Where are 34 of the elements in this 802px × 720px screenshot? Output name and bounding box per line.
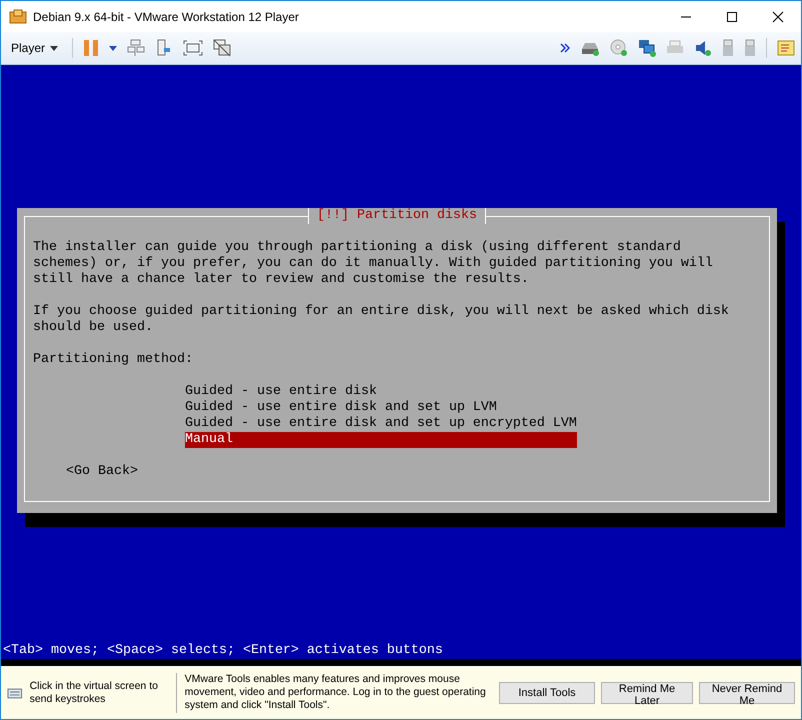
note-icon[interactable] <box>777 40 795 56</box>
prompt-label: Partitioning method: <box>33 352 194 368</box>
close-icon[interactable] <box>772 10 784 22</box>
usb-stick-icon[interactable] <box>744 39 756 57</box>
network-monitors-icon[interactable] <box>638 39 656 57</box>
go-back-button[interactable]: <Go Back> <box>66 464 138 480</box>
keyboard-icon <box>7 686 23 700</box>
speaker-icon[interactable] <box>694 39 712 57</box>
partition-option[interactable]: Guided - use entire disk and set up encrypted LVM <box>185 416 577 432</box>
dropdown-caret-icon <box>50 46 58 50</box>
notification-button[interactable]: Remind Me Later <box>601 682 693 704</box>
double-chevron-icon[interactable] <box>560 43 570 53</box>
partition-option[interactable]: Manual <box>185 432 577 448</box>
windows-slash-icon[interactable] <box>213 39 232 57</box>
notification-button[interactable]: Install Tools <box>499 682 595 704</box>
app-logo-icon <box>9 8 27 24</box>
hint-text: Click in the virtual screen to send keystrokes <box>30 680 159 706</box>
partition-option[interactable]: Guided - use entire disk <box>185 384 577 400</box>
window-title: Debian 9.x 64-bit - VMware Workstation 12 Player <box>33 10 300 24</box>
network-boxes-icon[interactable] <box>127 39 146 57</box>
notification-message: VMware Tools enables many features and improves mouse movement, video and performance. Log in to the guest operating system and click "Install Tools". <box>184 673 487 712</box>
keyboard-help-text: <Tab> moves; <Space> selects; <Enter> activates buttons <box>2 643 444 659</box>
dropdown-caret-icon[interactable] <box>109 46 118 50</box>
notification-button[interactable]: Never Remind Me <box>699 682 795 704</box>
partition-option[interactable]: Guided - use entire disk and set up LVM <box>185 400 577 416</box>
fullscreen-icon[interactable] <box>183 40 204 56</box>
maximize-icon[interactable] <box>726 10 738 22</box>
hard-disk-icon[interactable] <box>580 40 600 56</box>
cd-disc-icon[interactable] <box>610 39 628 57</box>
player-menu[interactable]: Player <box>7 41 62 55</box>
instruction-text: If you choose guided partitioning for an entire disk, you will next be asked which disk should be used. <box>33 304 730 336</box>
instruction-text: The installer can guide you through partitioning a disk (using different standard schemes) or, if you prefer, you can do it manually. With guided partitioning you will still have a chance later to review and customise the results. <box>33 240 714 288</box>
dialog-title: [!!] Partition disks <box>308 208 486 224</box>
usb-stick-icon[interactable] <box>722 39 734 57</box>
